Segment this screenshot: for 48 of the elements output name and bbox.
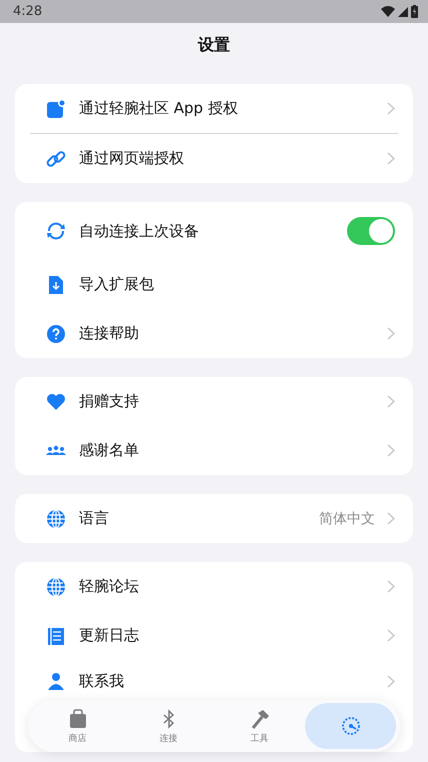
settings-row[interactable]: 联系我 [15,660,413,702]
settings-row[interactable]: 导入扩展包 [15,260,413,309]
chevron-icon [387,102,395,115]
toggle-switch[interactable] [347,217,395,245]
person-icon [45,670,67,692]
chevron-icon [387,444,395,457]
chevron-icon [387,152,395,165]
tab[interactable]: 连接 [123,703,214,749]
status-time: 4:28 [13,4,42,19]
tab[interactable]: 商店 [32,703,123,749]
row-label: 捐赠支持 [79,392,140,411]
tab[interactable] [305,703,396,749]
chevron-icon [387,512,395,525]
page-title: 设置 [196,34,231,56]
globe-icon [45,508,67,530]
wifi-icon [381,6,395,17]
chevron-icon [387,629,395,642]
battery-icon [411,5,418,18]
settings-row[interactable]: 感谢名单 [15,426,413,475]
settings-row[interactable]: 连接帮助 [15,309,413,358]
settings-row[interactable]: 更新日志 [15,611,413,660]
row-label: 自动连接上次设备 [79,222,200,240]
row-label: 轻腕论坛 [79,577,140,596]
help-icon [45,322,67,344]
chevron-icon [387,674,395,688]
row-label: 通过轻腕社区 App 授权 [79,99,239,118]
row-label: 感谢名单 [79,441,140,460]
row-label: 语言 [79,509,110,528]
settings-row[interactable]: 捐赠支持 [15,377,413,426]
row-label: 更新日志 [79,626,140,645]
chevron-icon [387,580,395,593]
app-icon [45,98,67,120]
chevron-icon [387,395,395,408]
row-value: 简体中文 [319,510,375,528]
tab[interactable]: 工具 [214,703,305,749]
row-label: 连接帮助 [79,324,140,343]
settings-row[interactable]: 语言 简体中文 [15,494,413,543]
row-label: 通过网页端授权 [79,149,185,168]
settings-row[interactable]: 通过网页端授权 [15,134,413,183]
row-label: 导入扩展包 [79,275,155,294]
row-label: 联系我 [79,672,125,690]
settings-row[interactable]: 自动连接上次设备 [15,202,413,260]
sync-icon [45,220,67,242]
chevron-icon [387,327,395,340]
globe-icon [45,576,67,598]
signal-icon [398,6,408,16]
settings-row[interactable]: 通过轻腕社区 App 授权 [15,84,413,133]
settings-row[interactable]: 轻腕论坛 [15,562,413,611]
